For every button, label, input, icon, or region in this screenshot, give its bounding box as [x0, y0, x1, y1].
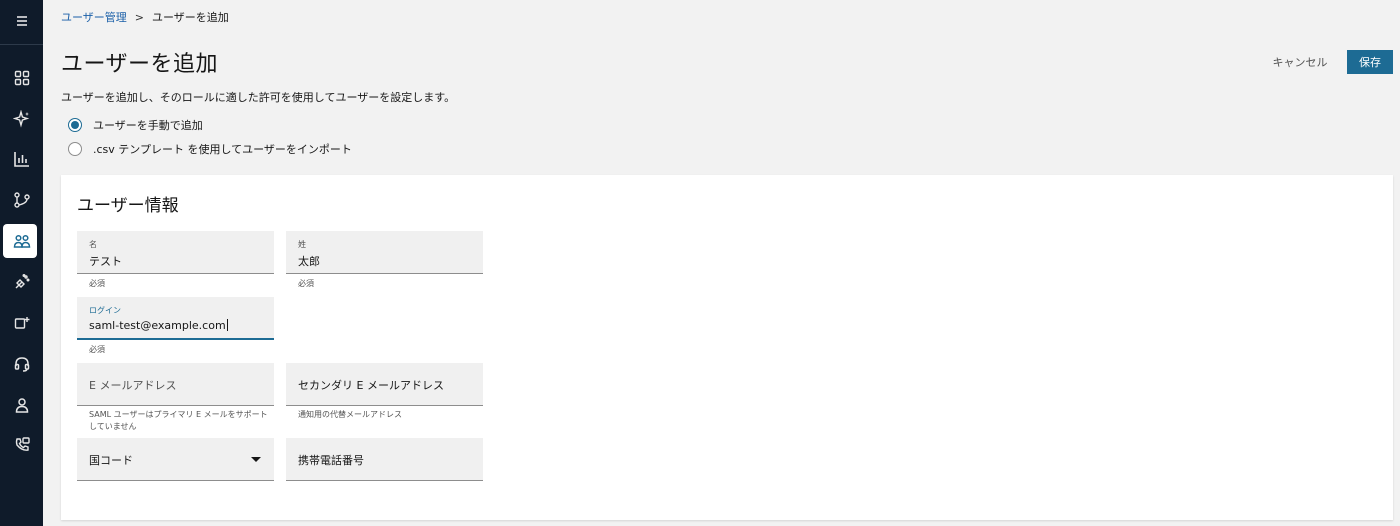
- radio-label-add-manually: ユーザーを手動で追加: [93, 119, 203, 132]
- secondary-email-field[interactable]: セカンダリ E メールアドレス: [286, 363, 483, 406]
- sidebar: [0, 0, 43, 526]
- sidebar-divider: [0, 44, 43, 45]
- email-helper: SAML ユーザーはプライマリ E メールをサポートしていません: [89, 410, 268, 431]
- breadcrumb-separator: >: [134, 10, 144, 24]
- last-name-value: 太郎: [298, 255, 320, 268]
- chevron-down-icon: [251, 457, 261, 462]
- user-info-title: ユーザー情報: [77, 196, 179, 216]
- headset-icon[interactable]: [0, 346, 43, 382]
- email-field[interactable]: E メールアドレス: [77, 363, 274, 406]
- integrations-icon[interactable]: [0, 305, 43, 341]
- radio-label-import-csv: .csv テンプレート を使用してユーザーをインポート: [93, 143, 352, 156]
- sparkle-icon[interactable]: [0, 101, 43, 137]
- login-helper: 必須: [89, 345, 105, 354]
- login-value: saml-test@example.com: [89, 319, 226, 332]
- breadcrumb-user-management-link[interactable]: ユーザー管理: [61, 9, 127, 25]
- secondary-email-placeholder: セカンダリ E メールアドレス: [298, 379, 444, 392]
- mobile-phone-placeholder: 携帯電話番号: [298, 454, 364, 467]
- save-button[interactable]: 保存: [1347, 50, 1393, 74]
- user-info-card: ユーザー情報 名 テスト 必須 姓 太郎 必須 ログイン saml-test@e…: [61, 175, 1393, 520]
- breadcrumb-current: ユーザーを追加: [152, 11, 229, 24]
- login-value-wrap: saml-test@example.com: [89, 319, 228, 332]
- country-code-select[interactable]: 国コード: [77, 438, 274, 481]
- last-name-helper: 必須: [298, 279, 314, 288]
- text-cursor: [226, 319, 228, 331]
- last-name-field[interactable]: 姓 太郎: [286, 231, 483, 274]
- first-name-value: テスト: [89, 255, 122, 268]
- radio-add-manually[interactable]: ユーザーを手動で追加: [68, 117, 203, 133]
- last-name-label: 姓: [298, 240, 306, 249]
- first-name-field[interactable]: 名 テスト: [77, 231, 274, 274]
- email-placeholder: E メールアドレス: [89, 379, 177, 392]
- mobile-phone-field[interactable]: 携帯電話番号: [286, 438, 483, 481]
- phone-icon[interactable]: [0, 427, 43, 463]
- first-name-helper: 必須: [89, 279, 105, 288]
- routing-icon[interactable]: [0, 182, 43, 218]
- secondary-email-helper: 通知用の代替メールアドレス: [298, 410, 402, 419]
- channels-icon[interactable]: [0, 264, 43, 300]
- login-field[interactable]: ログイン saml-test@example.com: [77, 297, 274, 340]
- breadcrumb: ユーザー管理 > ユーザーを追加: [61, 9, 229, 25]
- first-name-label: 名: [89, 240, 97, 249]
- menu-icon[interactable]: [0, 3, 43, 39]
- page-title: ユーザーを追加: [61, 52, 219, 77]
- cancel-button[interactable]: キャンセル: [1264, 50, 1336, 74]
- login-label: ログイン: [89, 306, 121, 315]
- page-description: ユーザーを追加し、そのロールに適した許可を使用してユーザーを設定します。: [61, 91, 456, 104]
- users-icon[interactable]: [0, 224, 43, 260]
- profile-icon[interactable]: [0, 387, 43, 423]
- radio-button-unchecked[interactable]: [68, 142, 82, 156]
- country-code-placeholder: 国コード: [89, 454, 133, 467]
- dashboard-icon[interactable]: [0, 60, 43, 96]
- analytics-icon[interactable]: [0, 141, 43, 177]
- radio-button-checked[interactable]: [68, 118, 82, 132]
- radio-import-csv[interactable]: .csv テンプレート を使用してユーザーをインポート: [68, 141, 352, 157]
